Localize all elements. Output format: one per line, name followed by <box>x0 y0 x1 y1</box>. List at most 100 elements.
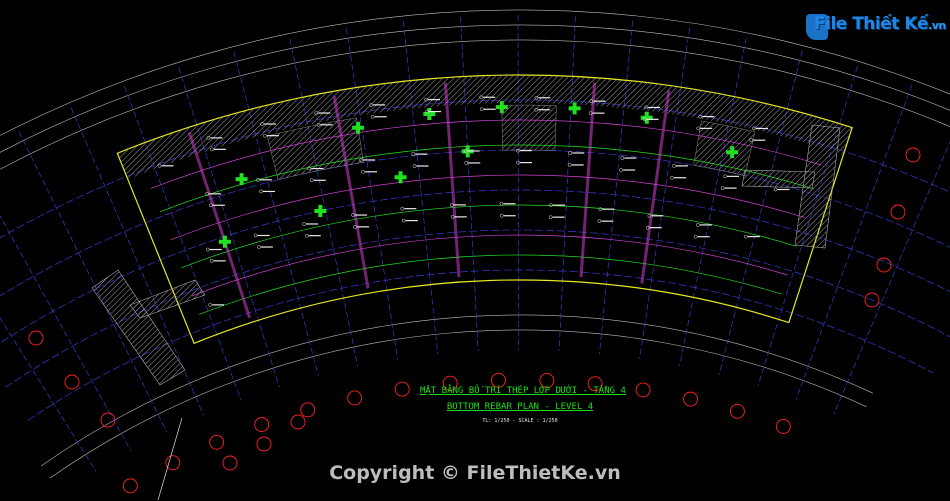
rebar-tag-circle <box>259 189 263 194</box>
rebar-tag <box>483 108 496 110</box>
rebar-tag <box>649 227 662 229</box>
grid-bubble-icon <box>683 391 699 407</box>
grid-bubble-icon <box>256 436 272 452</box>
rebar-tag <box>552 216 565 218</box>
rebar-tag <box>364 171 377 173</box>
rebar-tag-circle <box>696 223 700 227</box>
rebar-tag <box>161 165 174 167</box>
grid-bubble-icon <box>775 418 791 434</box>
grid-bubble-icon <box>635 382 651 398</box>
rebar-tag <box>311 167 324 170</box>
rebar-tag-circle <box>209 259 214 263</box>
rebar-tag <box>212 304 225 306</box>
rebar-tag-circle <box>670 175 674 180</box>
rebar-tag <box>675 165 688 167</box>
rebar-tag-circle <box>620 156 625 160</box>
rebar-tag-circle <box>723 174 727 179</box>
rebar-tag-circle <box>479 107 484 112</box>
rebar-tag <box>651 215 664 217</box>
rebar-tag-circle <box>302 222 306 226</box>
rebar-tag <box>405 219 418 222</box>
rebar-tag <box>428 99 441 101</box>
rebar-tag <box>262 190 275 193</box>
grid-bubble-icon <box>347 390 363 406</box>
rebar-tag <box>357 226 370 228</box>
rebar-band <box>199 254 782 315</box>
cad-drawing-viewport: File Thiết Kế.vn MẶT BẰNG BỐ TRÍ THÉP LỚ… <box>0 0 950 501</box>
rebar-tag <box>601 220 614 222</box>
rebar-tag <box>313 179 326 181</box>
rebar-tag <box>264 123 277 125</box>
core-hatch-block <box>501 104 557 151</box>
core-hatch-block <box>693 120 756 176</box>
rebar-tag <box>453 204 466 206</box>
radial-grid-line <box>679 37 747 367</box>
grid-bubble-icon <box>290 414 306 430</box>
rebar-tag <box>753 139 766 141</box>
rebar-tag <box>429 110 442 113</box>
drawing-title-en: BOTTOM REBAR PLAN - LEVEL 4 <box>446 402 594 412</box>
rebar-tag-circle <box>499 213 504 218</box>
rebar-tag-circle <box>773 187 778 192</box>
rebar-tag <box>572 152 585 154</box>
rebar-tag <box>538 97 551 99</box>
rebar-tag-circle <box>619 168 623 172</box>
rebar-tag <box>308 235 321 237</box>
rebar-tag <box>724 187 737 189</box>
rebar-tag <box>306 223 319 225</box>
grid-bubble-icon <box>254 417 270 433</box>
grid-bubble-icon <box>905 147 921 163</box>
rebar-tag-circle <box>370 114 375 119</box>
rebar-tag-circle <box>720 186 725 190</box>
rebar-tag-circle <box>672 164 676 168</box>
rebar-tag-circle <box>263 133 267 138</box>
rebar-tag <box>257 234 270 237</box>
rebar-radial-band <box>579 82 597 278</box>
rebar-tag <box>318 112 331 114</box>
rebar-tag <box>648 106 661 109</box>
copyright-watermark: Copyright © FileThietKe.vn <box>329 462 621 484</box>
rebar-tag <box>699 224 712 226</box>
rebar-tag <box>363 159 376 161</box>
rebar-tag <box>503 215 516 217</box>
grid-bubble-icon <box>876 257 892 273</box>
radial-grid-line <box>18 131 168 433</box>
rebar-tag <box>209 193 222 195</box>
rebar-tag <box>571 164 584 166</box>
rebar-tag-circle <box>568 151 573 155</box>
rebar-tag <box>702 115 715 118</box>
grid-bubble-icon <box>394 381 410 397</box>
rebar-radial-band <box>443 82 461 278</box>
rebar-tag-circle <box>464 161 469 165</box>
rebar-tag-circle <box>597 219 602 224</box>
rebar-tag <box>374 116 387 118</box>
rebar-band <box>191 234 788 297</box>
rebar-tag-circle <box>253 233 258 238</box>
rebar-tag-circle <box>744 234 748 239</box>
rebar-tag <box>213 260 226 262</box>
rebar-tag <box>674 177 687 179</box>
radial-grid-line <box>289 38 359 367</box>
rebar-tag <box>538 109 551 111</box>
column-marker-icon <box>423 107 436 120</box>
rebar-tag-circle <box>693 234 698 239</box>
grid-bubble-icon <box>300 402 316 418</box>
rebar-tag <box>212 204 225 206</box>
rebar-tag <box>747 235 760 238</box>
rebar-tag <box>623 169 636 171</box>
rebar-tag <box>592 112 605 114</box>
rebar-tag <box>454 216 467 218</box>
rebar-tag-circle <box>411 152 416 156</box>
grid-bubble-icon <box>28 330 44 346</box>
grid-bubble-icon <box>64 374 80 390</box>
drawing-scale: TL: 1/250 - SCALE : 1/250 <box>482 418 558 424</box>
rebar-tag <box>593 100 606 102</box>
logo-main-text: File Thiết Kế <box>814 14 929 34</box>
rebar-tag-circle <box>412 164 417 168</box>
rebar-tag <box>646 118 659 120</box>
rebar-tag <box>213 148 226 150</box>
rebar-tag <box>520 150 532 152</box>
rebar-plan-drawing <box>0 9 950 501</box>
rebar-tag <box>602 208 615 210</box>
rebar-band <box>170 174 806 241</box>
